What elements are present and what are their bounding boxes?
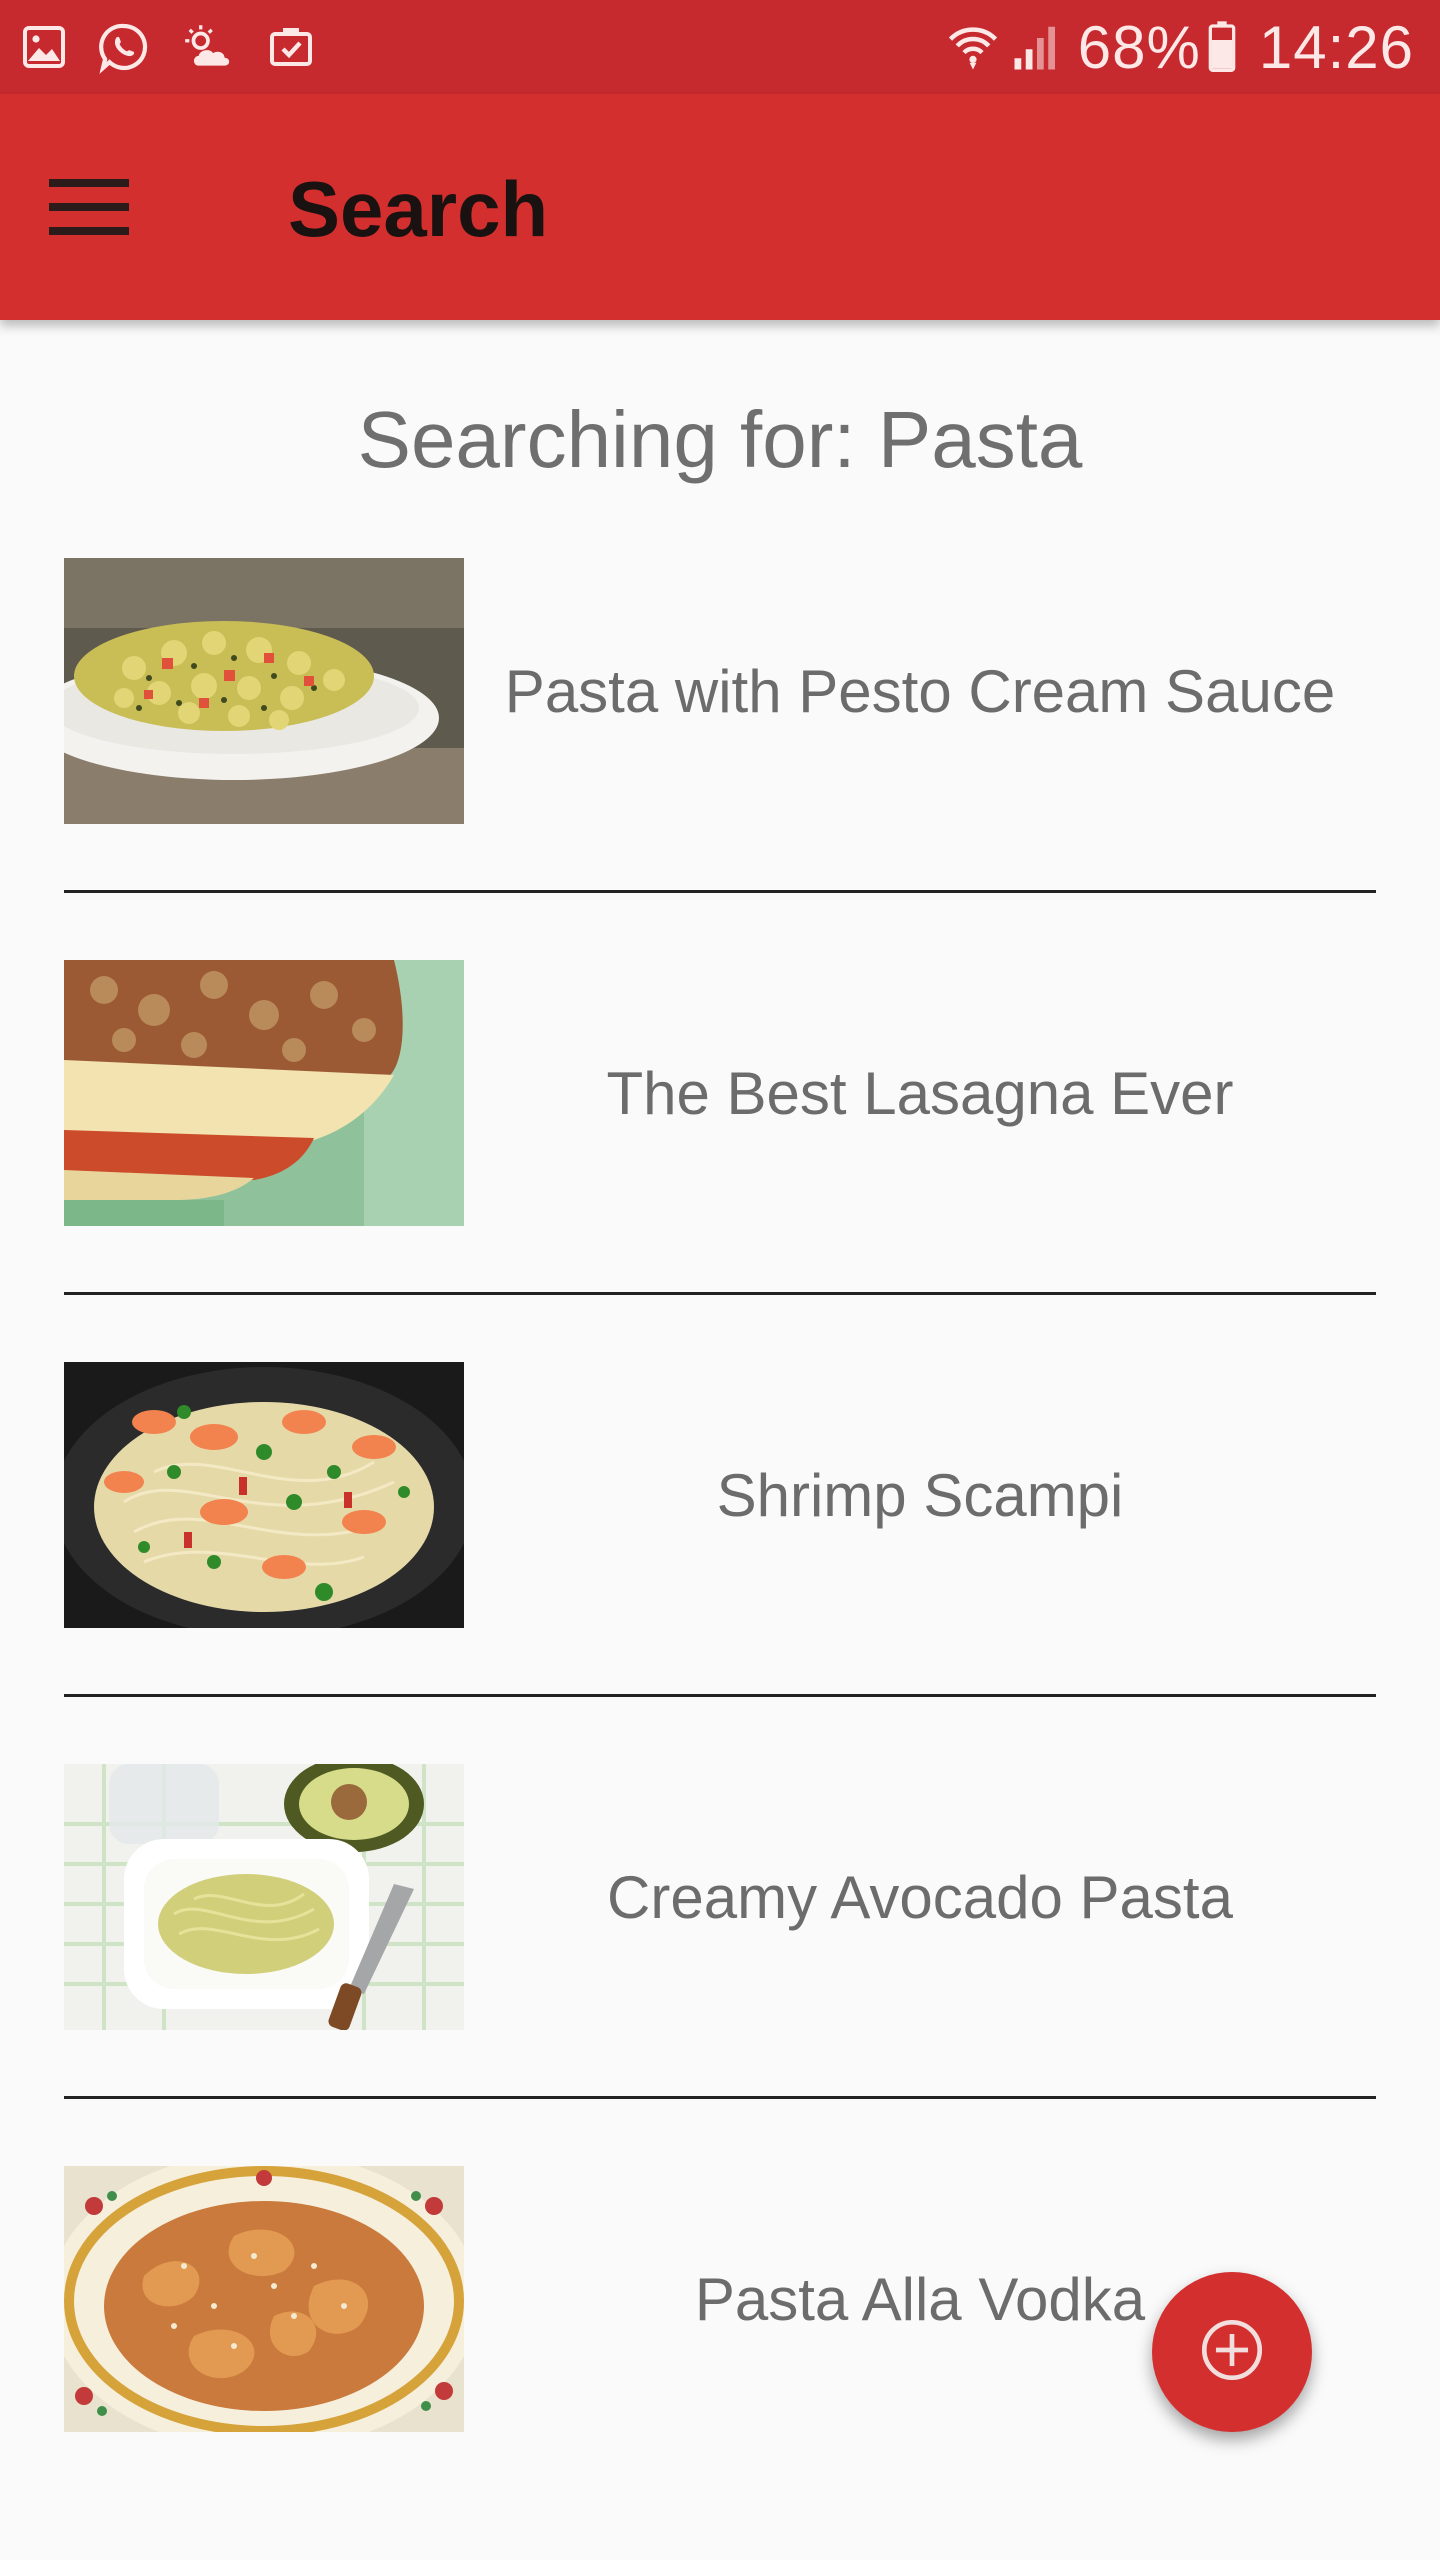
divider	[64, 890, 1376, 893]
menu-button[interactable]	[34, 154, 144, 264]
briefcase-icon	[266, 23, 316, 71]
search-heading: Searching for: Pasta	[357, 395, 1083, 484]
add-recipe-button[interactable]	[1152, 2272, 1312, 2432]
divider	[64, 1694, 1376, 1697]
battery-percentage: 68%	[1077, 13, 1201, 81]
screen: 68% 14:26 Search Searching for: Pasta Pa…	[0, 0, 1440, 2560]
recipe-title: Pasta with Pesto Cream Sauce	[504, 657, 1336, 725]
status-bar: 68% 14:26	[0, 0, 1440, 94]
add-circle-icon	[1197, 2315, 1267, 2390]
system-status: 68% 14:26	[946, 13, 1414, 82]
menu-icon	[49, 178, 129, 240]
signal-icon	[1010, 20, 1064, 74]
shrimp-scampi-image	[64, 1362, 464, 1628]
recipe-item[interactable]: Shrimp Scampi	[0, 1362, 1440, 1764]
page-title: Search	[288, 165, 549, 253]
pasta-vodka-image	[64, 2166, 464, 2432]
recipe-item[interactable]: Creamy Avocado Pasta	[0, 1764, 1440, 2166]
avocado-pasta-image	[64, 1764, 464, 2030]
gallery-icon	[20, 23, 68, 71]
divider	[64, 1292, 1376, 1295]
recipe-item[interactable]: Pasta with Pesto Cream Sauce	[0, 558, 1440, 960]
wifi-icon	[946, 20, 1000, 74]
pesto-pasta-image	[64, 558, 464, 824]
battery-icon	[1207, 19, 1237, 75]
whatsapp-icon	[96, 19, 152, 75]
notification-icons	[20, 19, 344, 75]
recipe-title: Shrimp Scampi	[716, 1461, 1124, 1529]
divider	[64, 2096, 1376, 2099]
recipe-item[interactable]: The Best Lasagna Ever	[0, 960, 1440, 1362]
clock: 14:26	[1258, 13, 1414, 81]
lasagna-image	[64, 960, 464, 1226]
recipe-title: The Best Lasagna Ever	[606, 1059, 1234, 1127]
recipe-title: Creamy Avocado Pasta	[607, 1863, 1233, 1931]
app-bar: Search	[0, 94, 1440, 320]
weather-icon	[180, 23, 238, 71]
recipe-list: Pasta with Pesto Cream Sauce The Best La…	[0, 558, 1440, 2560]
